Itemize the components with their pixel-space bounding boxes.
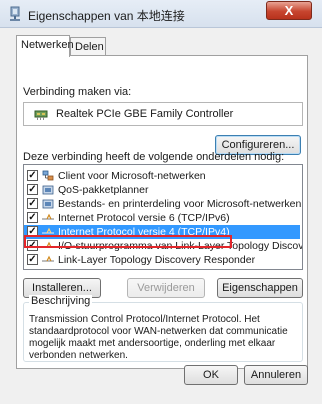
- configure-button-label: Configureren...: [221, 139, 295, 151]
- tab-label: Netwerken: [21, 39, 74, 51]
- checkbox[interactable]: ✓: [27, 212, 38, 223]
- cancel-button-label: Annuleren: [250, 369, 302, 381]
- components-list[interactable]: ✓ Client voor Microsoft-netwerken ✓ QoS-…: [23, 164, 303, 270]
- list-item-label: Internet Protocol versie 6 (TCP/IPv6): [58, 212, 230, 224]
- list-item-file-print-sharing[interactable]: ✓ Bestands- en printerdeling voor Micros…: [24, 197, 302, 211]
- tab-panel-netwerken: Verbinding maken via: Realtek PCIe GBE F…: [16, 55, 308, 369]
- description-line: verbonden netwerken.: [29, 350, 128, 361]
- tab-delen[interactable]: Delen: [70, 37, 106, 57]
- file-print-sharing-icon: [42, 199, 54, 209]
- list-item-label: Internet Protocol versie 4 (TCP/IPv4): [58, 226, 230, 238]
- network-adapter-icon: [34, 110, 48, 120]
- list-item-label: Link-Layer Topology Discovery Responder: [58, 254, 256, 266]
- list-item-lltd-responder[interactable]: ✓ Link-Layer Topology Discovery Responde…: [24, 253, 300, 267]
- dialog-client-area: Netwerken Delen Verbinding maken via: Re…: [6, 28, 316, 398]
- protocol-icon: [42, 241, 54, 248]
- list-item-label: I/O-stuurprogramma van Link-Layer Topolo…: [58, 240, 303, 252]
- list-item-label: QoS-pakketplanner: [58, 184, 149, 196]
- protocol-icon: [42, 213, 54, 220]
- description-line: mogelijk maakt met andersoortige, onderl…: [29, 338, 276, 349]
- close-button[interactable]: X: [266, 1, 312, 20]
- adapter-field: Realtek PCIe GBE Family Controller: [23, 102, 303, 126]
- close-icon: X: [284, 3, 294, 18]
- properties-dialog: Eigenschappen van 本地连接 X Netwerken Delen…: [0, 0, 322, 404]
- protocol-icon: [42, 255, 54, 262]
- list-item-label: Bestands- en printerdeling voor Microsof…: [58, 198, 302, 210]
- checkbox[interactable]: ✓: [27, 184, 38, 195]
- description-text: Transmission Control Protocol/Internet P…: [29, 314, 297, 362]
- checkbox[interactable]: ✓: [27, 240, 38, 251]
- ok-button-label: OK: [203, 369, 219, 381]
- connect-using-label: Verbinding maken via:: [23, 86, 132, 98]
- checkbox[interactable]: ✓: [27, 226, 38, 237]
- protocol-icon: [42, 227, 54, 234]
- checkbox[interactable]: ✓: [27, 254, 38, 265]
- remove-button-label: Verwijderen: [137, 282, 195, 294]
- checkbox[interactable]: ✓: [27, 198, 38, 209]
- list-item-qos[interactable]: ✓ QoS-pakketplanner: [24, 183, 300, 197]
- description-line: standaardprotocol voor WAN-netwerken dat…: [29, 326, 288, 337]
- adapter-name: Realtek PCIe GBE Family Controller: [56, 108, 234, 120]
- window-title: Eigenschappen van 本地连接: [28, 9, 185, 23]
- checkbox[interactable]: ✓: [27, 170, 38, 181]
- list-item-client[interactable]: ✓ Client voor Microsoft-netwerken: [24, 169, 300, 183]
- title-bar[interactable]: Eigenschappen van 本地连接 X: [0, 0, 322, 28]
- network-connection-icon: [10, 6, 20, 21]
- install-button-label: Installeren...: [32, 282, 92, 294]
- list-item-label: Client voor Microsoft-netwerken: [58, 170, 206, 182]
- components-label: Deze verbinding heeft de volgende onderd…: [23, 151, 285, 163]
- list-item-ipv6[interactable]: ✓ Internet Protocol versie 6 (TCP/IPv6): [24, 211, 300, 225]
- description-line: Transmission Control Protocol/Internet P…: [29, 314, 260, 325]
- cancel-button[interactable]: Annuleren: [244, 365, 308, 385]
- qos-icon: [42, 185, 54, 195]
- properties-button[interactable]: Eigenschappen: [217, 278, 303, 298]
- tab-netwerken[interactable]: Netwerken: [16, 35, 74, 57]
- remove-button[interactable]: Verwijderen: [127, 278, 205, 298]
- properties-button-label: Eigenschappen: [222, 282, 298, 294]
- tab-label: Delen: [75, 41, 104, 53]
- client-icon: [42, 170, 54, 181]
- list-item-lltd-io[interactable]: ✓ I/O-stuurprogramma van Link-Layer Topo…: [24, 239, 303, 253]
- list-item-ipv4[interactable]: ✓ Internet Protocol versie 4 (TCP/IPv4): [24, 225, 300, 239]
- description-legend: Beschrijving: [29, 295, 93, 307]
- ok-button[interactable]: OK: [184, 365, 238, 385]
